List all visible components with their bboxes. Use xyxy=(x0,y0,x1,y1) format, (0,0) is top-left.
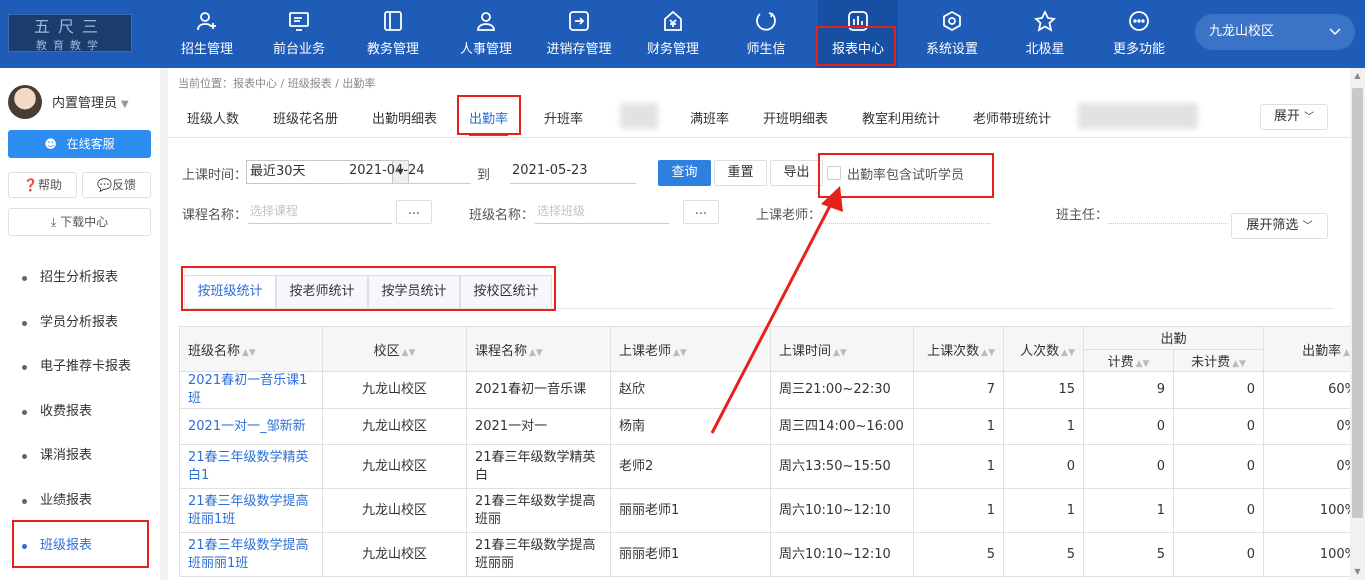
annotation-arrow xyxy=(710,186,843,434)
